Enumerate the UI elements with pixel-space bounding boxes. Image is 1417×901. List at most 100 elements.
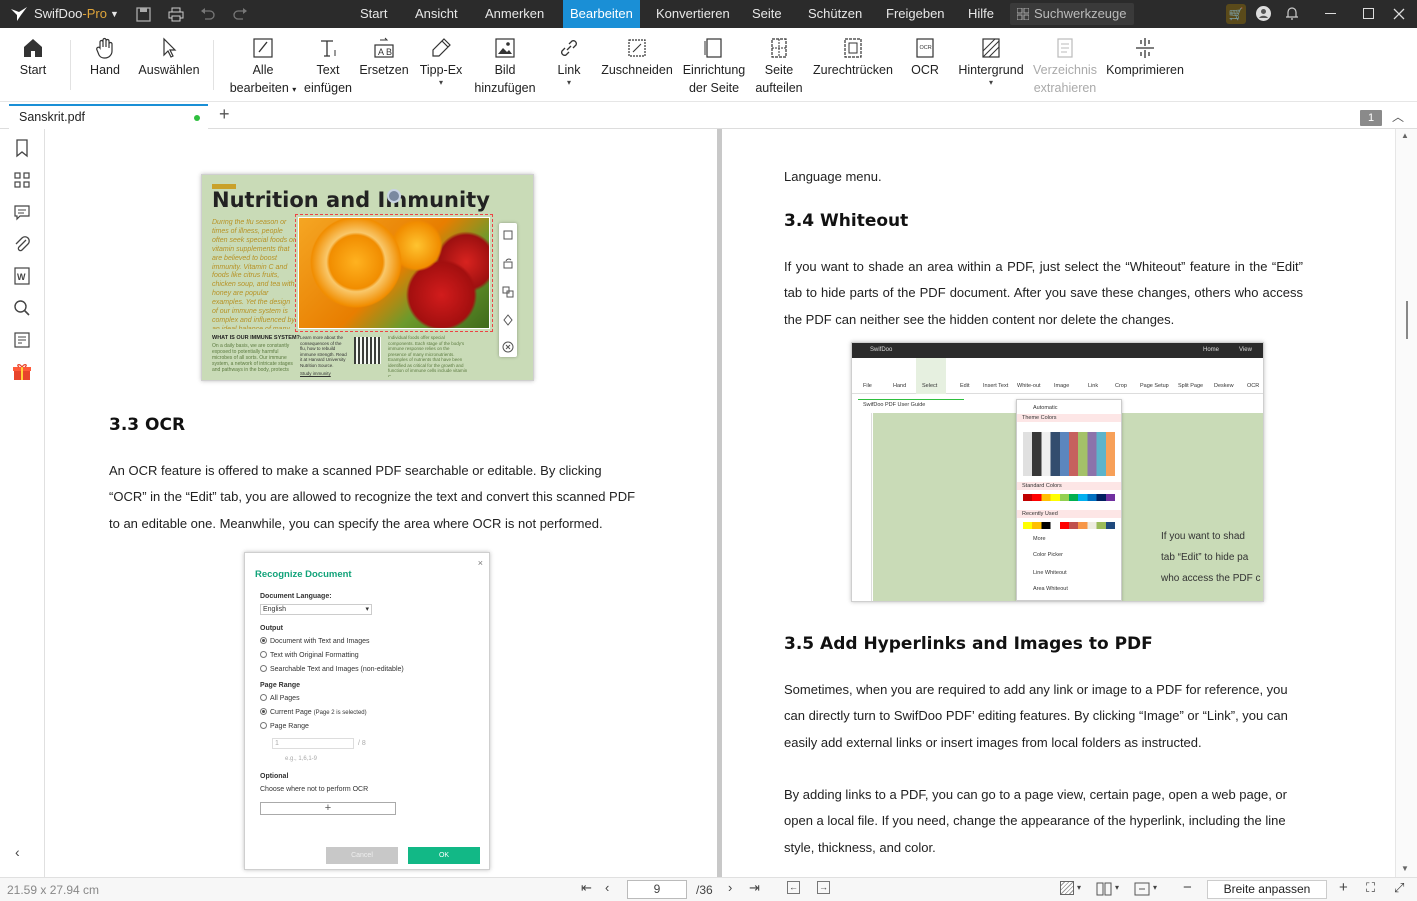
attachment-icon[interactable] (12, 234, 32, 254)
menu-anmerken[interactable]: Anmerken (478, 0, 551, 28)
range-option-custom[interactable]: Page Range (260, 722, 309, 730)
save-icon[interactable] (136, 7, 151, 22)
ribbon-link-button[interactable]: Link ▾ (550, 36, 588, 87)
standard-color-swatches[interactable] (1023, 494, 1115, 501)
nutrition-figure[interactable]: Nutrition and Immunity During the flu se… (201, 174, 534, 381)
ribbon-add-image-button[interactable]: Bild hinzufügen (470, 36, 540, 97)
close-window-button[interactable] (1393, 8, 1405, 20)
rotate-image-icon[interactable] (502, 258, 514, 270)
background-color-icon[interactable] (1060, 881, 1074, 895)
zoom-in-icon[interactable]: + (1339, 879, 1348, 896)
ribbon-page-setup-button[interactable]: Einrichtung der Seite (680, 36, 748, 97)
next-view-icon[interactable]: → (817, 881, 830, 894)
search-icon[interactable] (12, 298, 32, 318)
gift-icon[interactable] (12, 362, 32, 382)
ribbon-divider (213, 40, 214, 90)
two-page-view-icon[interactable] (1096, 882, 1112, 896)
current-page-input[interactable]: 9 (627, 880, 687, 899)
ribbon-select-button[interactable]: Auswählen (138, 36, 200, 79)
menu-hilfe[interactable]: Hilfe (961, 0, 1001, 28)
user-avatar-icon[interactable] (1256, 6, 1271, 21)
search-tools-input[interactable]: Suchwerkzeuge (1010, 3, 1134, 25)
bookmark-icon[interactable] (12, 138, 32, 158)
scrollbar-thumb[interactable] (1406, 301, 1408, 339)
fit-page-icon[interactable]: ⛶ (1366, 880, 1375, 896)
range-option-all[interactable]: All Pages (260, 694, 300, 702)
form-fields-icon[interactable] (12, 330, 32, 350)
scroll-up-icon[interactable]: ▲ (1401, 131, 1409, 140)
print-icon[interactable] (168, 7, 184, 22)
ribbon-insert-text-button[interactable]: Text einfügen (302, 36, 354, 97)
redo-icon[interactable] (232, 7, 248, 21)
notification-bell-icon[interactable] (1285, 6, 1299, 21)
rotate-handle-icon[interactable] (387, 189, 401, 203)
menu-konvertieren[interactable]: Konvertieren (649, 0, 737, 28)
ribbon-edit-all-button[interactable]: Alle bearbeiten ▾ (228, 36, 298, 99)
recent-color-swatches[interactable] (1023, 522, 1115, 529)
dialog-close-icon[interactable]: × (478, 558, 483, 568)
new-tab-plus-icon[interactable]: + (219, 104, 230, 125)
maximize-button[interactable] (1363, 8, 1374, 19)
scroll-down-icon[interactable]: ▼ (1401, 864, 1409, 873)
prev-page-icon[interactable]: ‹ (605, 880, 609, 895)
ribbon-whiteout-button[interactable]: Tipp-Ex ▾ (416, 36, 466, 87)
zoom-out-icon[interactable]: − (1183, 879, 1192, 896)
range-option-current[interactable]: Current Page (Page 2 is selected) (260, 708, 367, 716)
crop-image-icon[interactable] (502, 229, 514, 241)
ribbon-ocr-button[interactable]: OCR OCR (906, 36, 944, 79)
ribbon-hand-button[interactable]: Hand (85, 36, 125, 79)
page-range-input[interactable]: 1 (272, 738, 354, 749)
document-tab[interactable]: Sanskrit.pdf (9, 104, 208, 129)
ribbon-replace-button[interactable]: AB Ersetzen (358, 36, 410, 79)
output-option-1[interactable]: Document with Text and Images (260, 637, 369, 645)
chevron-down-icon[interactable]: ▾ (1077, 883, 1081, 892)
word-icon[interactable]: W (12, 266, 32, 286)
previous-view-icon[interactable]: ← (787, 881, 800, 894)
undo-icon[interactable] (200, 7, 216, 21)
page-layout-icon[interactable] (1134, 882, 1150, 896)
chevron-down-icon[interactable]: ▾ (1115, 883, 1119, 892)
menu-schuetzen[interactable]: Schützen (801, 0, 869, 28)
theme-color-swatches[interactable] (1023, 426, 1115, 476)
comment-icon[interactable] (12, 202, 32, 222)
shop-icon[interactable]: 🛒 (1226, 4, 1246, 24)
ribbon-background-button[interactable]: Hintergrund ▾ (955, 36, 1027, 87)
zoom-mode-select[interactable]: Breite anpassen (1207, 880, 1327, 899)
delete-image-icon[interactable] (502, 341, 514, 353)
ribbon-crop-button[interactable]: Zuschneiden (598, 36, 676, 79)
chevron-down-icon[interactable]: ▾ (1153, 883, 1157, 892)
extract-image-icon[interactable] (502, 314, 514, 326)
replace-image-icon[interactable] (502, 286, 514, 298)
optional-label: Optional (260, 773, 289, 780)
next-page-icon[interactable]: › (728, 880, 732, 895)
ribbon-deskew-button[interactable]: Zurechtrücken (810, 36, 896, 79)
whiteout-figure[interactable]: SwifDoo Home View File Hand Select Edit … (851, 342, 1264, 602)
fullscreen-icon[interactable]: ⤢ (1394, 880, 1404, 896)
language-select[interactable]: English ▾ (260, 604, 372, 615)
menu-freigeben[interactable]: Freigeben (879, 0, 952, 28)
thumbnails-icon[interactable] (12, 170, 32, 190)
last-page-icon[interactable]: ⇥ (749, 880, 760, 896)
ribbon-split-page-button[interactable]: Seite aufteilen (752, 36, 806, 97)
menu-bearbeiten[interactable]: Bearbeiten (563, 0, 640, 28)
menu-seite[interactable]: Seite (745, 0, 789, 28)
ribbon-start-button[interactable]: Start (13, 36, 53, 79)
vertical-scrollbar[interactable]: ▲ ▼ (1395, 129, 1417, 877)
output-option-3[interactable]: Searchable Text and Images (non-editable… (260, 665, 404, 673)
minimize-button[interactable] (1325, 13, 1336, 14)
edit-all-icon (253, 38, 273, 58)
ribbon-extract-toc-button[interactable]: Verzeichnis extrahieren (1031, 36, 1099, 97)
recognize-document-figure[interactable]: × Recognize Document Document Language: … (244, 552, 490, 870)
output-option-2[interactable]: Text with Original Formatting (260, 651, 359, 659)
collapse-chevron-up-icon[interactable]: ︿ (1392, 108, 1404, 125)
menu-ansicht[interactable]: Ansicht (408, 0, 465, 28)
figure-mid-link[interactable]: Study immunity (300, 371, 331, 376)
add-area-button[interactable]: + (260, 802, 396, 815)
dialog-ok-button[interactable]: OK (408, 847, 480, 864)
collapse-sidebar-chevron-icon[interactable]: ‹ (15, 844, 20, 860)
ribbon-compress-button[interactable]: Komprimieren (1104, 36, 1186, 79)
first-page-icon[interactable]: ⇤ (581, 880, 592, 896)
app-menu-chevron-icon[interactable]: ▼ (110, 0, 119, 28)
dialog-cancel-button[interactable]: Cancel (326, 847, 398, 864)
menu-start[interactable]: Start (353, 0, 394, 28)
